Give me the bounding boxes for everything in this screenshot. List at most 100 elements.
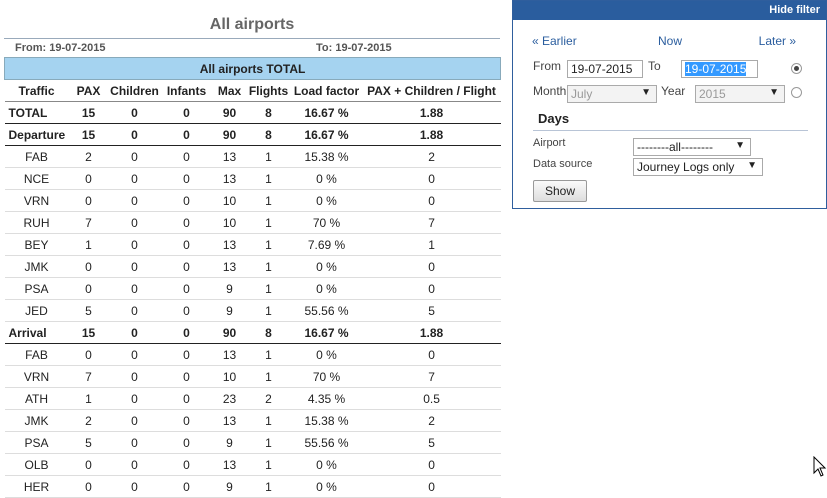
table-cell: 0 [160, 409, 213, 432]
data-source-value: Journey Logs only [637, 160, 735, 174]
show-button[interactable]: Show [533, 180, 587, 202]
row-label: NCE [4, 167, 69, 190]
table-cell: 16.67 % [290, 123, 363, 146]
table-row: JED 5 0 0 9 1 55.56 % 5 [4, 299, 501, 322]
table-cell: 1 [246, 343, 291, 366]
table-cell: 0 [160, 189, 213, 212]
table-row: JMK 0 0 0 13 1 0 % 0 [4, 255, 501, 278]
table-cell: 0 [108, 167, 161, 190]
year-select[interactable]: 2015 ▼ [695, 85, 785, 103]
table-row: PSA 5 0 0 9 1 55.56 % 5 [4, 431, 501, 454]
year-value: 2015 [699, 87, 726, 101]
table-cell: 1.88 [362, 101, 501, 124]
month-year-radio[interactable] [791, 87, 802, 98]
report-panel: All airports From: 19-07-2015 To: 19-07-… [3, 12, 502, 498]
date-range: From: 19-07-2015 To: 19-07-2015 [4, 39, 500, 57]
month-select[interactable]: July ▼ [567, 85, 657, 103]
row-label: PSA [4, 277, 69, 300]
year-label: Year [661, 84, 686, 98]
table-cell: 1 [246, 167, 291, 190]
table-cell: 0 [108, 255, 161, 278]
table-cell: 0 [160, 431, 213, 454]
earlier-link[interactable]: « Earlier [532, 34, 577, 48]
to-date-input[interactable]: 19-07-2015 [681, 60, 758, 78]
table-row: VRN 7 0 0 10 1 70 % 7 [4, 365, 501, 388]
table-cell: 55.56 % [290, 299, 363, 322]
hide-filter-link[interactable]: Hide filter [769, 4, 820, 16]
table-cell: 90 [212, 321, 247, 344]
table-caption: All airports TOTAL [3, 57, 502, 80]
table-cell: 8 [246, 321, 291, 344]
table-cell: 0 [108, 365, 161, 388]
chevron-down-icon: ▼ [641, 87, 651, 98]
row-label: TOTAL [4, 101, 69, 124]
table-row: FAB 2 0 0 13 1 15.38 % 2 [4, 145, 501, 168]
data-source-select[interactable]: Journey Logs only ▼ [633, 158, 763, 176]
date-range-radio[interactable] [791, 63, 802, 74]
column-header: Children [108, 79, 161, 102]
table-cell: 1.88 [362, 123, 501, 146]
month-value: July [571, 87, 593, 101]
row-label: VRN [4, 365, 69, 388]
table-row: FAB 0 0 0 13 1 0 % 0 [4, 343, 501, 366]
table-cell: 16.67 % [290, 101, 363, 124]
table-cell: 1 [68, 233, 109, 256]
table-cell: 0 [160, 167, 213, 190]
table-row: RUH 7 0 0 10 1 70 % 7 [4, 211, 501, 234]
month-label: Month [533, 84, 567, 98]
to-date-label: To: 19-07-2015 [316, 42, 392, 54]
table-cell: 7 [362, 211, 501, 234]
table-cell: 70 % [290, 211, 363, 234]
table-cell: 0 % [290, 255, 363, 278]
group-row: TOTAL 15 0 0 90 8 16.67 % 1.88 [4, 101, 501, 124]
table-cell: 0 [362, 255, 501, 278]
table-cell: 15 [68, 123, 109, 146]
table-cell: 0 [108, 211, 161, 234]
table-cell: 55.56 % [290, 431, 363, 454]
table-cell: 1 [68, 387, 109, 410]
airport-select[interactable]: --------all-------- ▼ [633, 138, 751, 156]
table-cell: 1 [246, 299, 291, 322]
column-header: Flights [246, 79, 291, 102]
table-cell: 0 % [290, 343, 363, 366]
table-cell: 2 [68, 145, 109, 168]
table-cell: 0 [160, 343, 213, 366]
table-cell: 13 [212, 343, 247, 366]
table-cell: 1 [246, 233, 291, 256]
table-cell: 5 [362, 299, 501, 322]
table-cell: 0 [362, 189, 501, 212]
table-cell: 7 [68, 211, 109, 234]
days-heading: Days [538, 111, 570, 126]
table-cell: 10 [212, 189, 247, 212]
table-cell: 0 [362, 277, 501, 300]
table-cell: 5 [362, 431, 501, 454]
table-cell: 1 [246, 145, 291, 168]
table-cell: 0 [362, 453, 501, 476]
table-cell: 4.35 % [290, 387, 363, 410]
row-label: JMK [4, 255, 69, 278]
table-cell: 0.5 [362, 387, 501, 410]
row-label: VRN [4, 189, 69, 212]
row-label: JED [4, 299, 69, 322]
from-date-input[interactable]: 19-07-2015 [567, 60, 643, 78]
table-cell: 10 [212, 211, 247, 234]
table-cell: 0 [68, 343, 109, 366]
table-cell: 0 [362, 167, 501, 190]
chevron-down-icon: ▼ [747, 160, 757, 171]
table-cell: 1 [246, 189, 291, 212]
table-cell: 0 % [290, 167, 363, 190]
airport-label: Airport [533, 137, 566, 149]
table-row: NCE 0 0 0 13 1 0 % 0 [4, 167, 501, 190]
table-cell: 1 [246, 365, 291, 388]
data-source-label: Data source [533, 158, 593, 170]
table-cell: 13 [212, 167, 247, 190]
table-cell: 13 [212, 255, 247, 278]
row-label: ATH [4, 387, 69, 410]
table-cell: 13 [212, 233, 247, 256]
row-label: RUH [4, 211, 69, 234]
table-cell: 5 [68, 299, 109, 322]
mouse-cursor-icon [813, 456, 827, 477]
now-link[interactable]: Now [658, 34, 682, 48]
later-link[interactable]: Later » [759, 34, 796, 48]
column-header: PAX + Children / Flight [362, 79, 501, 102]
